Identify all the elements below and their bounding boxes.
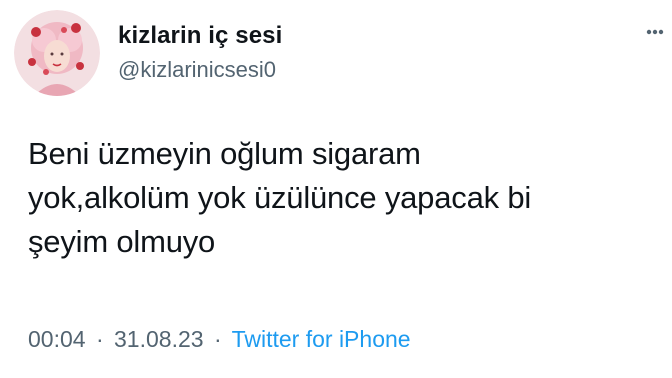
- meta-separator: ·: [213, 326, 222, 352]
- avatar-illustration-icon: [14, 10, 100, 96]
- author-names: kizlarin iç sesi @kizlarinicsesi0: [118, 21, 282, 85]
- display-name[interactable]: kizlarin iç sesi: [118, 21, 282, 51]
- tweet-metadata: 00:04 · 31.08.23 · Twitter for iPhone: [28, 324, 411, 354]
- tweet: kizlarin iç sesi @kizlarinicsesi0 Beni ü…: [0, 0, 672, 378]
- tweet-header: kizlarin iç sesi @kizlarinicsesi0: [14, 10, 282, 96]
- meta-separator: ·: [95, 326, 104, 352]
- tweet-time[interactable]: 00:04: [28, 326, 86, 352]
- handle[interactable]: @kizlarinicsesi0: [118, 55, 282, 85]
- tweet-text: Beni üzmeyin oğlum sigaram yok,alkolüm y…: [28, 136, 532, 259]
- more-dots-icon: [646, 29, 664, 35]
- avatar[interactable]: [14, 10, 100, 96]
- tweet-date[interactable]: 31.08.23: [114, 326, 204, 352]
- more-options-icon[interactable]: [646, 22, 664, 42]
- tweet-source-link[interactable]: Twitter for iPhone: [232, 326, 411, 352]
